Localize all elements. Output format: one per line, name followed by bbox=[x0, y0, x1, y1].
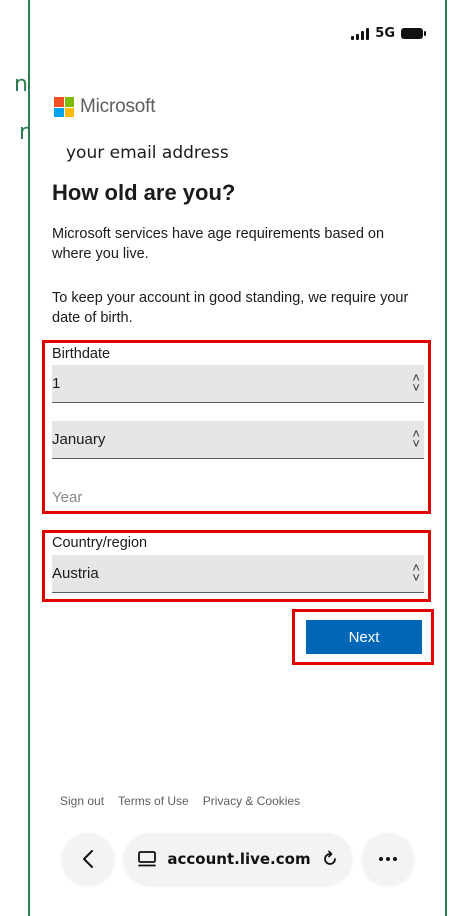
cut-off-text: n bbox=[14, 72, 28, 97]
month-select[interactable]: January ˄ ˅ bbox=[52, 421, 424, 459]
signal-icon bbox=[351, 27, 370, 40]
chevron-updown-icon: ˄ ˅ bbox=[412, 560, 420, 585]
cut-off-text: r bbox=[18, 120, 28, 145]
brand-name: Microsoft bbox=[80, 96, 156, 117]
browser-toolbar: account.live.com bbox=[62, 833, 414, 885]
day-select[interactable]: 1 ˄ ˅ bbox=[52, 365, 424, 403]
footer-links: Sign out Terms of Use Privacy & Cookies bbox=[60, 794, 300, 808]
tabs-icon bbox=[138, 851, 157, 867]
birthdate-requirement: To keep your account in good standing, w… bbox=[52, 290, 409, 326]
phone-screen: 5G Microsoft your email address How old … bbox=[28, 0, 447, 916]
chevron-updown-icon: ˄ ˅ bbox=[412, 426, 420, 451]
more-icon bbox=[379, 857, 397, 861]
country-label: Country/region bbox=[52, 535, 148, 551]
more-button[interactable] bbox=[362, 833, 414, 885]
month-value: January bbox=[52, 431, 106, 448]
country-value: Austria bbox=[52, 565, 99, 582]
day-value: 1 bbox=[52, 375, 61, 392]
network-label: 5G bbox=[375, 26, 395, 41]
terms-link[interactable]: Terms of Use bbox=[118, 794, 189, 808]
chevron-updown-icon: ˄ ˅ bbox=[412, 370, 420, 395]
microsoft-logo: Microsoft bbox=[54, 96, 155, 118]
battery-icon bbox=[401, 28, 426, 39]
reload-icon[interactable] bbox=[321, 850, 339, 868]
age-description: Microsoft services have age requirements… bbox=[52, 226, 385, 262]
url-text: account.live.com bbox=[167, 850, 311, 868]
page-title: How old are you? bbox=[52, 180, 236, 205]
back-button[interactable] bbox=[62, 833, 114, 885]
next-button[interactable]: Next bbox=[306, 620, 422, 654]
birthdate-label: Birthdate bbox=[52, 346, 111, 362]
account-email: your email address bbox=[66, 143, 229, 163]
microsoft-logo-icon bbox=[54, 97, 74, 117]
sign-out-link[interactable]: Sign out bbox=[60, 794, 104, 808]
address-bar[interactable]: account.live.com bbox=[124, 833, 352, 885]
privacy-link[interactable]: Privacy & Cookies bbox=[203, 794, 300, 808]
status-bar: 5G bbox=[351, 26, 426, 41]
left-margin: n r bbox=[0, 0, 28, 916]
year-input[interactable] bbox=[52, 482, 424, 512]
back-icon bbox=[83, 850, 93, 868]
country-select[interactable]: Austria ˄ ˅ bbox=[52, 555, 424, 593]
